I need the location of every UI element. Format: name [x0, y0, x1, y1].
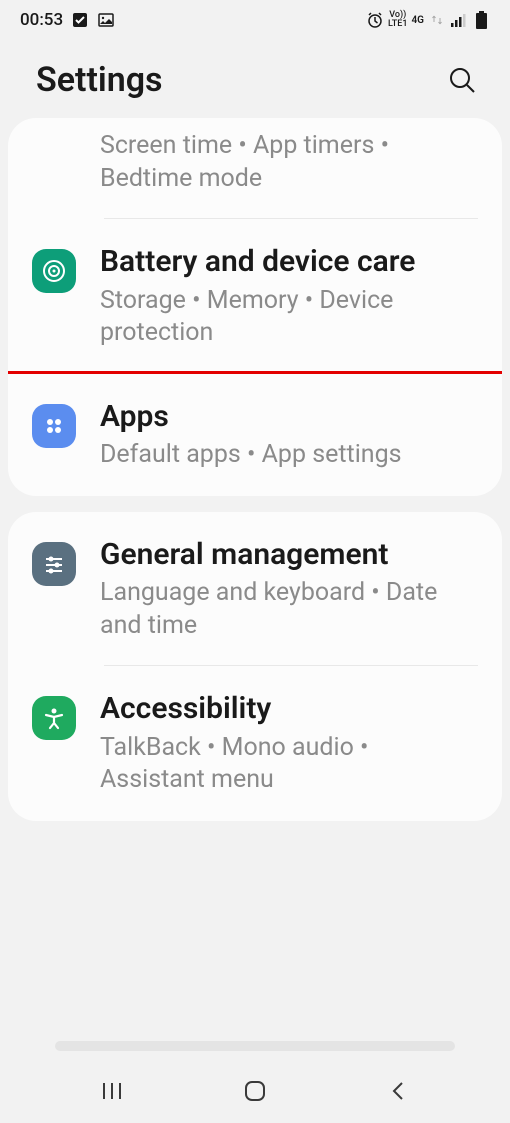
settings-item-accessibility[interactable]: Accessibility TalkBack • Mono audio • As…: [8, 666, 502, 821]
search-button[interactable]: [442, 60, 482, 100]
home-icon: [243, 1079, 267, 1103]
back-icon: [388, 1079, 408, 1103]
status-time: 00:53: [20, 10, 63, 30]
settings-item-digital-wellbeing[interactable]: Screen time • App timers • Bedtime mode: [8, 118, 502, 219]
item-title: Accessibility: [100, 690, 478, 728]
checkbox-notification-icon: [71, 11, 89, 29]
status-right: Vo)) LTE1 4G: [366, 11, 490, 29]
recents-icon: [101, 1080, 123, 1102]
recents-button[interactable]: [72, 1071, 152, 1111]
navigation-bar: [0, 1059, 510, 1123]
signal-icon: [450, 11, 468, 29]
item-subtitle: Language and keyboard • Date and time: [100, 577, 478, 642]
status-bar: 00:53 Vo)) LTE1 4G: [0, 0, 510, 40]
battery-icon: [472, 11, 490, 29]
battery-care-icon: [32, 249, 76, 293]
item-subtitle: Screen time • App timers • Bedtime mode: [100, 130, 478, 195]
item-title: Apps: [100, 398, 478, 436]
gallery-notification-icon: [97, 11, 115, 29]
home-button[interactable]: [215, 1071, 295, 1111]
item-title: General management: [100, 536, 478, 574]
search-icon: [447, 65, 477, 95]
apps-icon: [32, 404, 76, 448]
settings-item-general[interactable]: General management Language and keyboard…: [8, 512, 502, 667]
network-type: 4G: [411, 15, 424, 26]
settings-card-2: General management Language and keyboard…: [8, 512, 502, 821]
settings-item-battery[interactable]: Battery and device care Storage • Memory…: [8, 219, 502, 374]
settings-header: Settings: [0, 40, 510, 118]
item-subtitle: TalkBack • Mono audio • Assistant menu: [100, 732, 478, 797]
settings-card-1: Screen time • App timers • Bedtime mode …: [8, 118, 502, 496]
settings-content: Screen time • App timers • Bedtime mode …: [0, 118, 510, 821]
alarm-icon: [366, 11, 384, 29]
item-title: Battery and device care: [100, 243, 478, 281]
data-arrows-icon: [428, 11, 446, 29]
general-management-icon: [32, 542, 76, 586]
scroll-indicator: [55, 1041, 455, 1051]
volte-indicator: Vo)) LTE1: [388, 11, 407, 29]
item-subtitle: Default apps • App settings: [100, 439, 478, 472]
settings-item-apps[interactable]: Apps Default apps • App settings: [8, 371, 502, 496]
accessibility-icon: [32, 696, 76, 740]
page-title: Settings: [36, 60, 163, 100]
back-button[interactable]: [358, 1071, 438, 1111]
item-subtitle: Storage • Memory • Device protection: [100, 285, 478, 350]
status-left: 00:53: [20, 10, 115, 30]
